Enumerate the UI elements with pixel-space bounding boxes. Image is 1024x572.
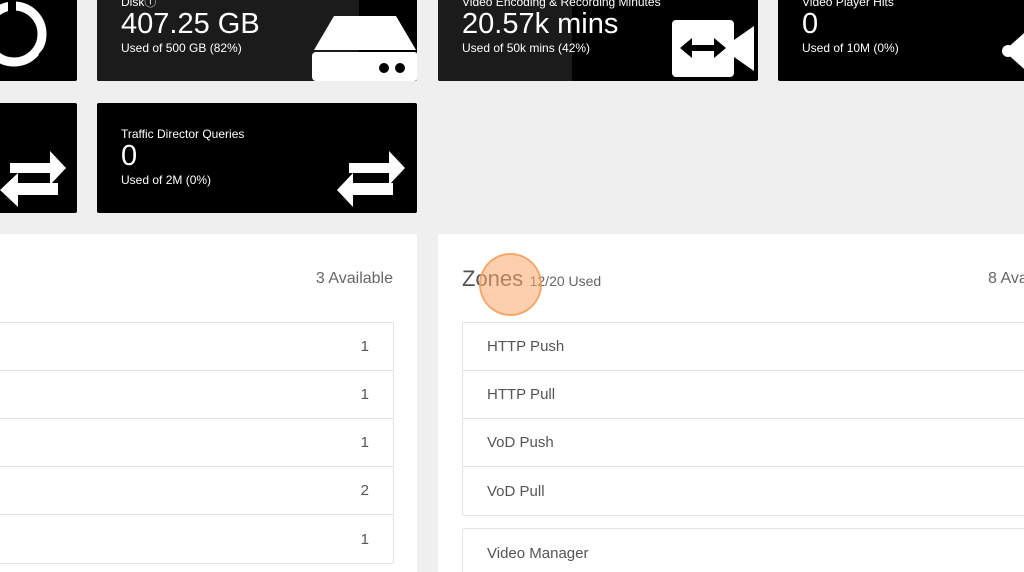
row-count: 1 bbox=[360, 530, 369, 548]
left-panel-list: 1 1 1 2 1 bbox=[0, 322, 394, 564]
transfer-arrows-icon bbox=[337, 151, 405, 207]
zone-label: Video Manager bbox=[487, 544, 589, 562]
disk-value: 407.25 GB bbox=[121, 8, 260, 40]
list-item[interactable]: 1 bbox=[0, 419, 393, 467]
zone-item-http-pull[interactable]: HTTP Pull bbox=[463, 371, 1024, 419]
row-count: 2 bbox=[360, 482, 369, 499]
traffic-director-value: 0 bbox=[121, 140, 138, 172]
video-camera-icon bbox=[672, 20, 754, 77]
pie-chart-icon bbox=[0, 0, 56, 67]
zone-label: VoD Push bbox=[487, 434, 554, 451]
zone-label: HTTP Push bbox=[487, 338, 565, 355]
zone-item-http-push[interactable]: HTTP Push bbox=[463, 323, 1024, 371]
zones-header: Zones 12/20 Used bbox=[462, 266, 601, 292]
traffic-director-tile[interactable]: Traffic Director Queries 0 Used of 2M (0… bbox=[97, 103, 417, 213]
zones-available: 8 Available bbox=[988, 270, 1024, 287]
transfer-tile-partial[interactable] bbox=[0, 103, 77, 213]
transfer-arrows-icon bbox=[0, 151, 66, 207]
row-count: 1 bbox=[360, 434, 369, 451]
disk-sub: Used of 500 GB (82%) bbox=[121, 41, 242, 55]
list-item[interactable]: 1 bbox=[0, 515, 393, 563]
left-panel-available: 3 Available bbox=[315, 270, 393, 287]
disk-usage-tile[interactable]: Diskⓘ 407.25 GB Used of 500 GB (82%) bbox=[97, 0, 417, 81]
zones-list: HTTP Push HTTP Pull VoD Push VoD Pull bbox=[462, 322, 1024, 516]
zone-item-vod-push[interactable]: VoD Push bbox=[463, 419, 1024, 467]
play-icon bbox=[1002, 33, 1024, 69]
row-count: 1 bbox=[360, 338, 369, 355]
list-item[interactable]: 1 bbox=[0, 323, 393, 371]
left-resource-panel: 3 Available 1 1 1 2 1 bbox=[0, 234, 417, 572]
traffic-director-sub: Used of 2M (0%) bbox=[121, 173, 212, 187]
zones-panel: Zones 12/20 Used 8 Available HTTP Push H… bbox=[438, 234, 1024, 572]
encoding-minutes-tile[interactable]: Video Encoding & Recording Minutes 20.57… bbox=[438, 0, 758, 81]
list-item[interactable]: 2 bbox=[0, 467, 393, 515]
row-count: 1 bbox=[360, 386, 369, 403]
zones-used-count: 12/20 Used bbox=[529, 273, 602, 289]
encoding-value: 20.57k mins bbox=[462, 8, 619, 40]
zone-item-vod-pull[interactable]: VoD Pull bbox=[463, 467, 1024, 515]
traffic-director-label: Traffic Director Queries bbox=[121, 127, 245, 141]
player-hits-sub: Used of 10M (0%) bbox=[802, 41, 899, 55]
video-player-hits-tile[interactable]: Video Player Hits 0 Used of 10M (0%) bbox=[778, 0, 1024, 81]
cdn-usage-tile-partial[interactable] bbox=[0, 0, 77, 81]
list-item[interactable]: 1 bbox=[0, 371, 393, 419]
zones-secondary-list: Video Manager bbox=[462, 528, 1024, 572]
zone-label: VoD Pull bbox=[487, 482, 545, 500]
zone-item-video-manager[interactable]: Video Manager bbox=[463, 529, 1024, 572]
zones-title[interactable]: Zones bbox=[462, 266, 523, 291]
player-hits-value: 0 bbox=[802, 8, 819, 40]
zone-label: HTTP Pull bbox=[487, 386, 556, 403]
encoding-sub: Used of 50k mins (42%) bbox=[462, 41, 591, 55]
hard-drive-icon bbox=[312, 16, 417, 81]
